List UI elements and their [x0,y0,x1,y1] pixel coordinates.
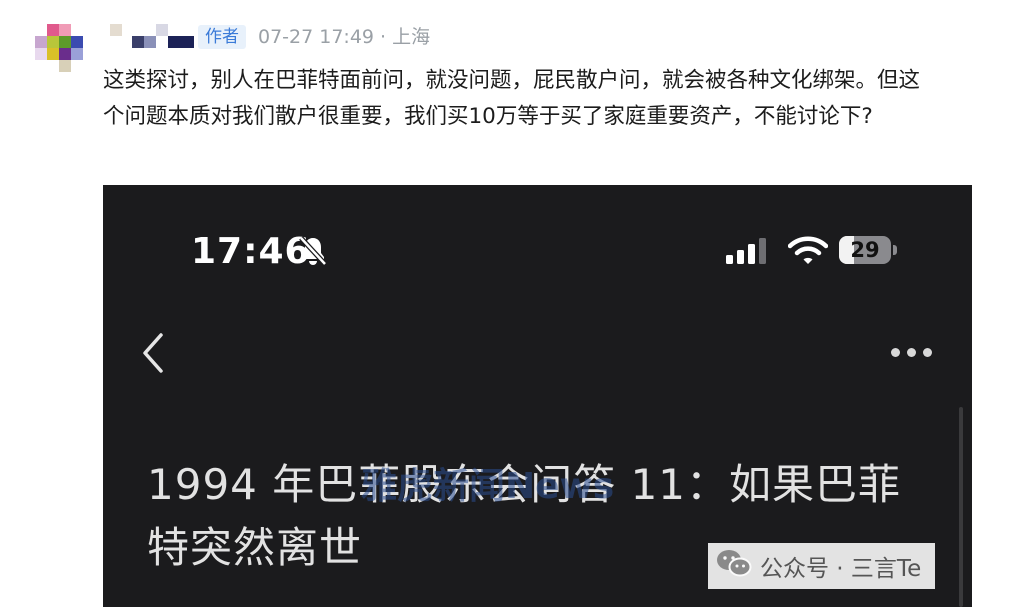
attached-screenshot[interactable]: 17:46 29 1994 年巴菲股东会问答 11：如果巴菲特突然离世 雅虎新闻… [103,185,972,607]
battery-icon: 29 [839,236,891,264]
status-time: 17:46 [191,231,311,272]
wechat-watermark: 公众号 · 三言Te [708,543,936,589]
cellular-signal-icon [726,237,770,269]
overlay-watermark: 雅虎新闻News [361,466,615,507]
battery-level: 29 [850,238,880,262]
author-badge: 作者 [198,25,246,49]
comment-meta: 07-27 17:49 · 上海 [258,26,431,48]
comment-text: 这类探讨，别人在巴菲特面前问，就没问题，屁民散户问，就会被各种文化绑架。但这个问… [103,68,921,129]
avatar[interactable] [35,24,85,74]
wifi-icon [787,235,829,269]
username-blurred[interactable] [106,24,194,50]
wechat-logo-icon [716,548,752,584]
more-dots-icon[interactable] [889,345,933,359]
scrollbar[interactable] [959,407,963,607]
bell-slash-icon [296,235,330,271]
battery-nub [893,245,897,255]
chevron-left-icon[interactable] [137,331,171,375]
wechat-watermark-text: 公众号 · 三言Te [760,556,922,582]
